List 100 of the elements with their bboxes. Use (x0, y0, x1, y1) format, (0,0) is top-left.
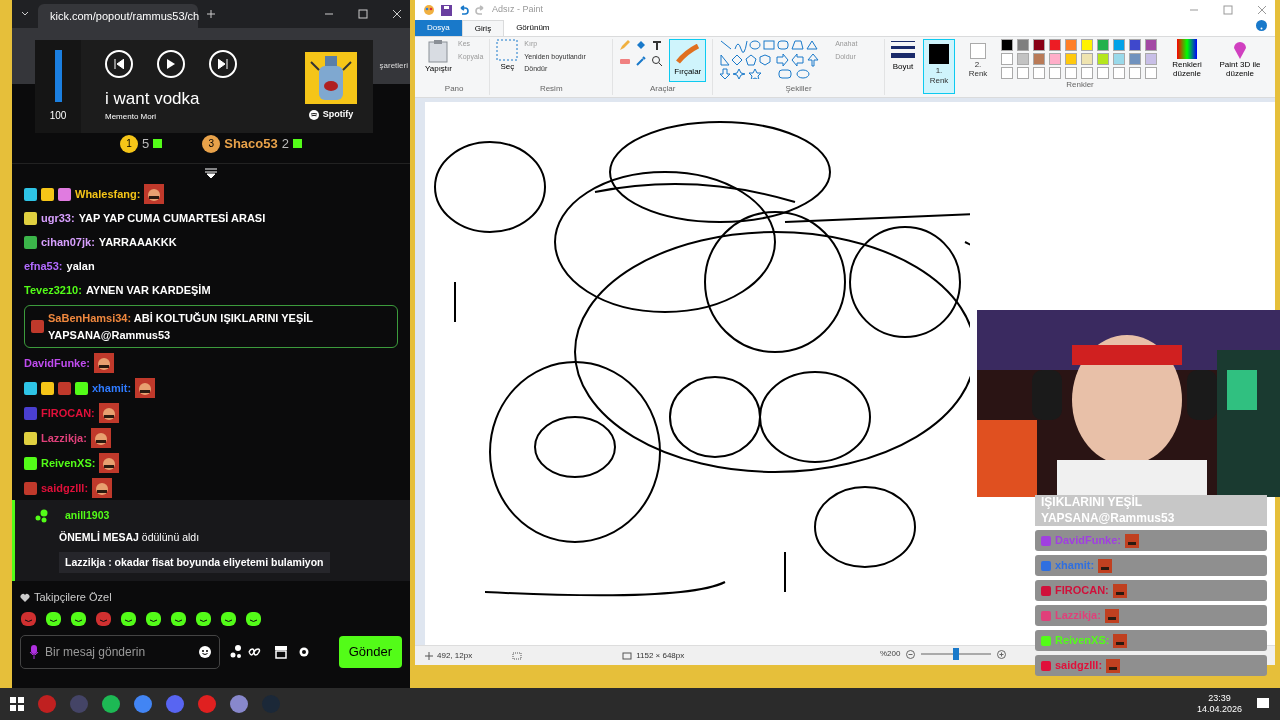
store-icon[interactable] (274, 644, 288, 659)
edit-colors-button[interactable]: Renkleri düzenle (1167, 39, 1207, 79)
palette-swatch[interactable] (1017, 39, 1029, 51)
color-1-button[interactable]: 1. Renk (923, 39, 955, 94)
play-button[interactable] (157, 49, 185, 78)
text-icon[interactable] (651, 39, 664, 51)
palette-swatch[interactable] (1017, 67, 1029, 79)
zoom-thumb[interactable] (953, 648, 960, 660)
send-button[interactable]: Gönder (338, 636, 402, 668)
save-icon[interactable] (441, 4, 452, 16)
app-icon[interactable] (198, 695, 216, 713)
palette-swatch[interactable] (1097, 39, 1109, 51)
palette-swatch[interactable] (1033, 67, 1045, 79)
emote-icon[interactable] (45, 609, 62, 627)
palette-swatch[interactable] (1081, 67, 1093, 79)
scroll-down-icon[interactable] (204, 168, 218, 178)
emote-icon[interactable] (220, 609, 237, 627)
palette-swatch[interactable] (1001, 39, 1013, 51)
chat-username[interactable]: Whalesfang: (75, 185, 141, 203)
chat-username[interactable]: FIROCAN: (41, 404, 95, 422)
select-button[interactable]: Seç (496, 39, 519, 72)
maximize-icon[interactable] (358, 9, 368, 19)
emote-icon[interactable] (120, 609, 137, 627)
help-icon[interactable] (1256, 20, 1267, 31)
paste-button[interactable]: Yapıştır (425, 39, 452, 74)
palette-swatch[interactable] (1081, 39, 1093, 51)
palette-swatch[interactable] (1081, 53, 1093, 65)
palette-swatch[interactable] (1065, 39, 1077, 51)
chat-username[interactable]: saidgzlll: (41, 479, 89, 497)
emote-icon[interactable] (170, 609, 187, 627)
palette-swatch[interactable] (1049, 39, 1061, 51)
chat-username[interactable]: Tevez3210: (24, 282, 82, 299)
palette-swatch[interactable] (1113, 67, 1125, 79)
palette-swatch[interactable] (1017, 53, 1029, 65)
emote-icon[interactable] (195, 609, 212, 627)
palette-swatch[interactable] (1113, 39, 1125, 51)
app-icon[interactable] (102, 695, 120, 713)
notification-icon[interactable] (1256, 697, 1270, 711)
emote-icon[interactable] (145, 609, 162, 627)
badge-icon (41, 381, 54, 395)
bookmarks-label[interactable]: şaretleri (379, 60, 408, 72)
chat-username[interactable]: cihan07jk: (41, 234, 95, 251)
microphone-icon[interactable] (29, 644, 39, 659)
next-button[interactable] (209, 49, 237, 78)
app-icon[interactable] (230, 695, 248, 713)
palette-swatch[interactable] (1065, 67, 1077, 79)
fill-icon[interactable] (635, 39, 648, 51)
paint-icon[interactable] (423, 4, 435, 16)
emote-icon[interactable] (70, 609, 87, 627)
undo-icon[interactable] (458, 4, 469, 16)
browser-tab[interactable]: kick.com/popout/rammus53/ch (38, 4, 198, 28)
ribbon-tab[interactable]: Dosya (415, 20, 462, 36)
previous-button[interactable] (105, 49, 133, 78)
chat-username[interactable]: efna53: (24, 258, 63, 275)
palette-swatch[interactable] (1001, 67, 1013, 79)
settings-icon[interactable] (298, 645, 310, 658)
color-picker-icon[interactable] (635, 55, 648, 67)
palette-swatch[interactable] (1097, 53, 1109, 65)
chat-username[interactable]: ReivenXS: (41, 454, 96, 472)
brush-icon (675, 44, 700, 66)
chat-username[interactable]: ugr33: (41, 210, 75, 227)
chat-username[interactable]: Lazzikja: (41, 429, 87, 447)
close-icon[interactable] (392, 9, 402, 19)
message-input[interactable]: Bir mesaj gönderin (45, 642, 175, 661)
zoom-out-icon[interactable] (906, 649, 916, 659)
palette-swatch[interactable] (1113, 53, 1125, 65)
plus-icon[interactable] (206, 9, 216, 19)
app-icon[interactable] (166, 695, 184, 713)
palette-swatch[interactable] (1129, 67, 1141, 79)
app-icon[interactable] (38, 695, 56, 713)
app-icon[interactable] (134, 695, 152, 713)
palette-swatch[interactable] (1001, 53, 1013, 65)
chat-username[interactable]: xhamit: (92, 379, 132, 397)
palette-swatch[interactable] (1049, 53, 1061, 65)
zoom-in-icon[interactable] (997, 649, 1007, 659)
palette-swatch[interactable] (1033, 53, 1045, 65)
palette-swatch[interactable] (1129, 53, 1141, 65)
palette-swatch[interactable] (1129, 39, 1141, 51)
ribbon-tab[interactable]: Görünüm (504, 20, 562, 36)
badge-icon (24, 431, 37, 445)
palette-swatch[interactable] (1145, 39, 1157, 51)
chat-username[interactable]: DavidFunke: (24, 354, 90, 372)
palette-swatch[interactable] (1065, 53, 1077, 65)
chat-username: saidgzlll: (1055, 658, 1103, 674)
emoji-icon[interactable] (199, 645, 211, 658)
palette-swatch[interactable] (1097, 67, 1109, 79)
paint-3d-button[interactable]: Paint 3D ile düzenle (1215, 39, 1265, 79)
palette-swatch[interactable] (1033, 39, 1045, 51)
brushes-button[interactable]: Fırçalar (669, 39, 707, 82)
size-button[interactable]: Boyut (891, 39, 915, 72)
start-icon[interactable] (10, 697, 24, 711)
magnifier-icon[interactable] (651, 55, 664, 67)
color-2-button[interactable]: 2. Renk (963, 39, 993, 83)
ribbon-tab[interactable]: Giriş (461, 20, 505, 36)
palette-swatch[interactable] (1049, 67, 1061, 79)
message-field[interactable]: Bir mesaj gönderin (20, 634, 220, 669)
reward-quote: Lazzikja : okadar fisat boyunda eliyetemi bulamiyon (59, 551, 330, 574)
palette-swatch[interactable] (1145, 53, 1157, 65)
palette-swatch[interactable] (1145, 67, 1157, 79)
emote-icon[interactable] (245, 609, 262, 627)
